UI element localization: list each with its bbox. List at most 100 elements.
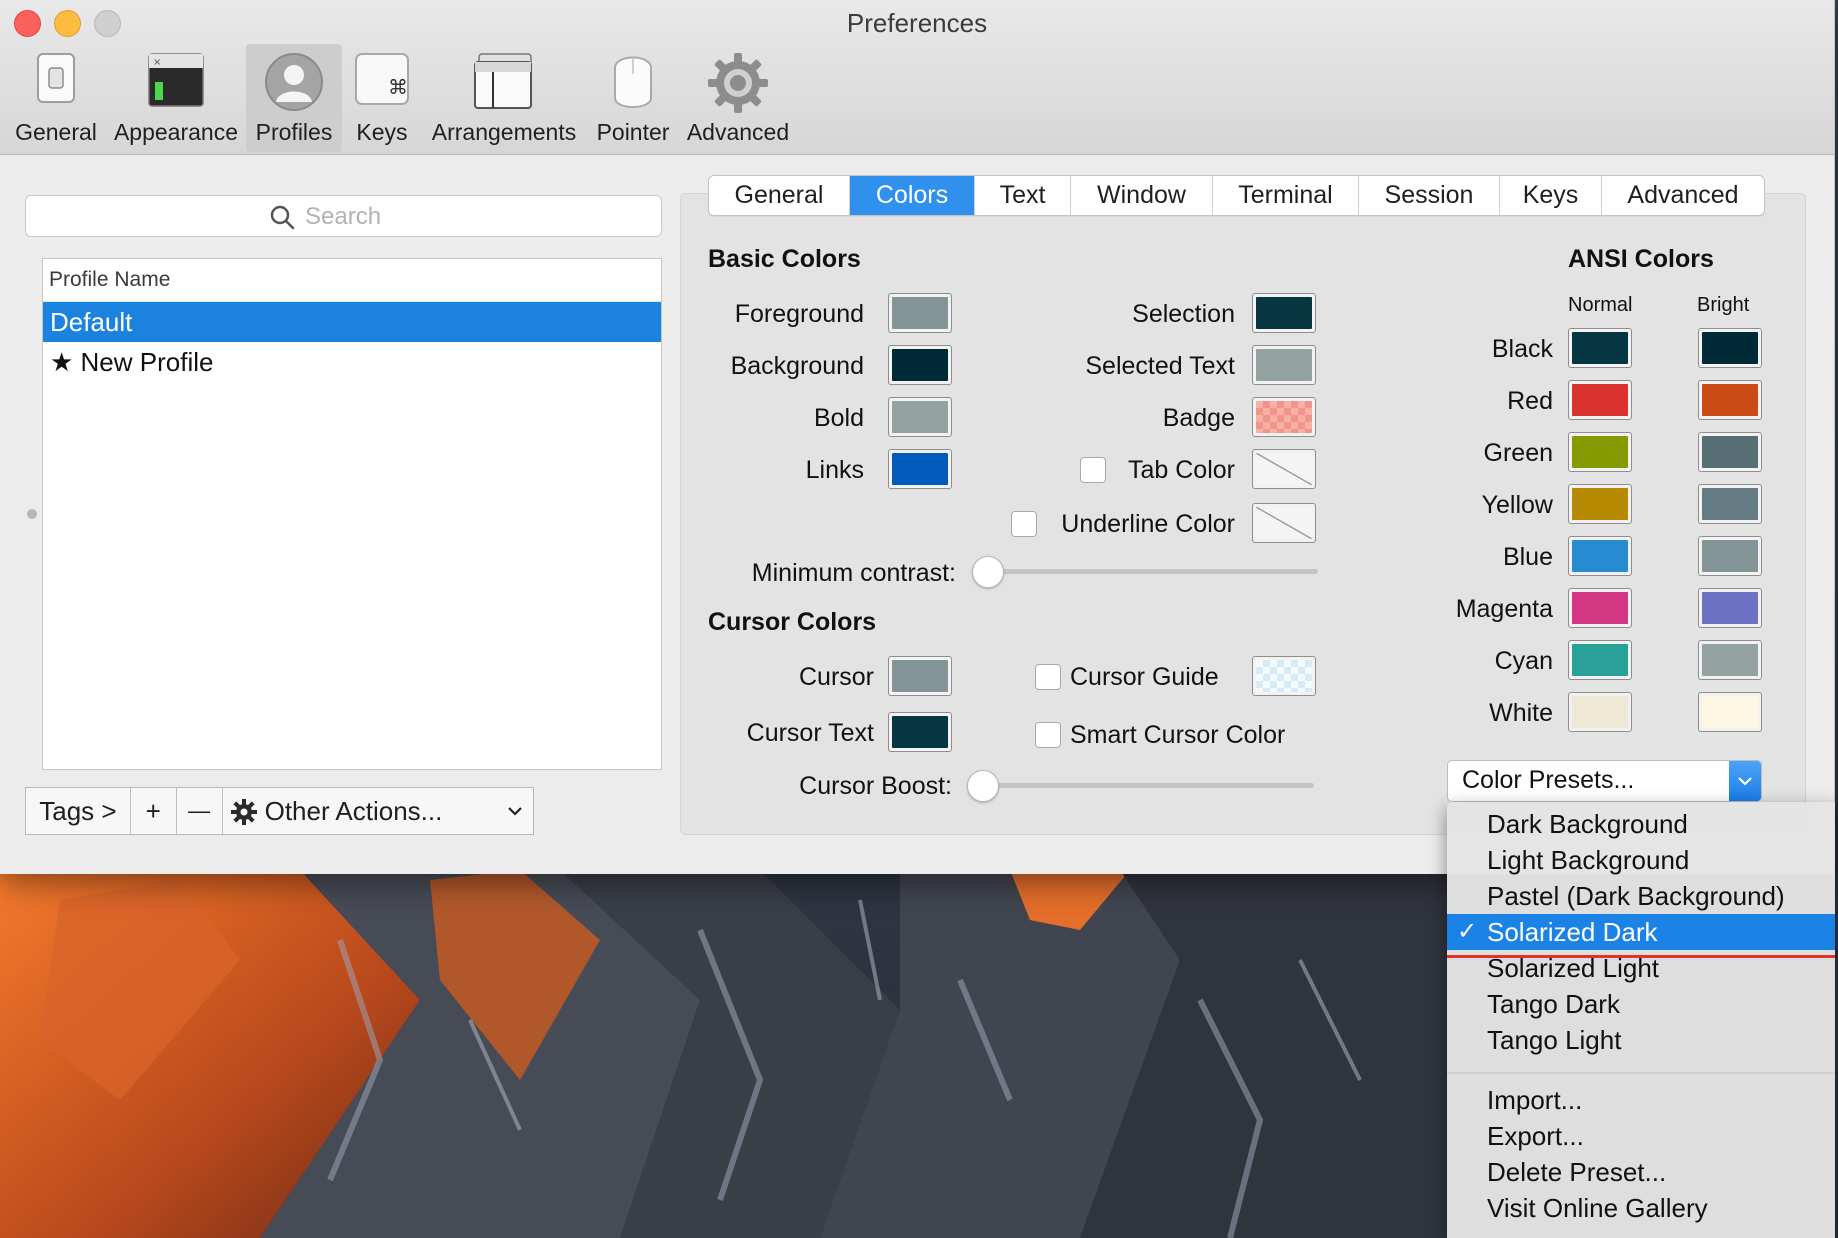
tab-general[interactable]: General [709, 176, 850, 215]
toolbar-keys[interactable]: ⌘ Keys [346, 44, 418, 152]
ansi-white-normal-well[interactable] [1568, 692, 1632, 732]
ansi-red-normal-well[interactable] [1568, 380, 1632, 420]
cursor-guide-color-well[interactable] [1252, 656, 1316, 696]
ansi-yellow-bright-well[interactable] [1698, 484, 1762, 524]
menu-item-delete-preset[interactable]: Delete Preset... [1447, 1154, 1835, 1190]
toolbar-profiles[interactable]: Profiles [246, 44, 342, 152]
add-profile-button[interactable]: + [131, 788, 177, 834]
ansi-black-normal-well[interactable] [1568, 328, 1632, 368]
svg-text:×: × [153, 57, 161, 68]
minimum-contrast-slider-knob[interactable] [972, 556, 1004, 588]
cursor-text-color-well[interactable] [888, 712, 952, 752]
ansi-red-label: Red [1507, 387, 1553, 415]
cursor-guide-checkbox[interactable] [1035, 664, 1061, 690]
bold-color-well[interactable] [888, 397, 952, 437]
profile-search-field[interactable] [25, 195, 662, 237]
cursor-guide-label: Cursor Guide [1070, 663, 1219, 691]
tags-button[interactable]: Tags > [26, 788, 131, 834]
toolbar-label: Appearance [113, 119, 239, 145]
menu-item-tango-dark[interactable]: Tango Dark [1447, 986, 1835, 1022]
menu-item-export[interactable]: Export... [1447, 1118, 1835, 1154]
ansi-white-bright-well[interactable] [1698, 692, 1762, 732]
tab-session[interactable]: Session [1359, 176, 1500, 215]
tab-color-label: Tab Color [1128, 456, 1235, 484]
ansi-blue-bright-well[interactable] [1698, 536, 1762, 576]
menu-item-pastel-dark-background[interactable]: Pastel (Dark Background) [1447, 878, 1835, 914]
tab-color-checkbox[interactable] [1080, 457, 1106, 483]
badge-color-well[interactable] [1252, 397, 1316, 437]
ansi-green-normal-well[interactable] [1568, 432, 1632, 472]
ansi-yellow-label: Yellow [1481, 491, 1553, 519]
toolbar-label: Keys [356, 119, 408, 145]
cursor-color-well[interactable] [888, 656, 952, 696]
links-color-well[interactable] [888, 449, 952, 489]
bold-label: Bold [813, 404, 864, 432]
toolbar-pointer[interactable]: Pointer [588, 44, 678, 152]
window-stack-icon [474, 53, 532, 109]
tab-keys[interactable]: Keys [1500, 176, 1602, 215]
menu-item-visit-online-gallery[interactable]: Visit Online Gallery [1447, 1190, 1835, 1226]
toolbar-appearance[interactable]: × Appearance [110, 44, 242, 152]
popup-arrow [1729, 761, 1761, 801]
selected-text-color-well[interactable] [1252, 345, 1316, 385]
cursor-boost-slider-track[interactable] [968, 783, 1314, 788]
profile-name-column-header[interactable]: Profile Name [43, 259, 661, 302]
ansi-green-label: Green [1483, 439, 1553, 467]
ansi-yellow-normal-well[interactable] [1568, 484, 1632, 524]
ansi-cyan-label: Cyan [1494, 647, 1553, 675]
ansi-blue-normal-well[interactable] [1568, 536, 1632, 576]
background-label: Background [730, 352, 864, 380]
ansi-black-bright-well[interactable] [1698, 328, 1762, 368]
cursor-label: Cursor [798, 663, 874, 691]
profile-row-new-profile[interactable]: ★ New Profile [43, 342, 661, 382]
remove-profile-button[interactable]: — [177, 788, 223, 834]
cursor-boost-slider-knob[interactable] [967, 770, 999, 802]
split-view-handle[interactable] [27, 509, 37, 519]
profile-actions-bar: Tags > + — Other Actions... [25, 787, 534, 835]
toolbar-advanced[interactable]: Advanced [684, 44, 792, 152]
toolbar-general[interactable]: General [8, 44, 104, 152]
svg-text:⌘: ⌘ [388, 75, 408, 99]
tab-text[interactable]: Text [975, 176, 1071, 215]
ansi-cyan-bright-well[interactable] [1698, 640, 1762, 680]
ansi-normal-column-header: Normal [1568, 294, 1633, 316]
gear-icon [708, 53, 768, 113]
ansi-green-bright-well[interactable] [1698, 432, 1762, 472]
smart-cursor-color-checkbox[interactable] [1035, 722, 1061, 748]
color-presets-menu: Dark Background Light Background Pastel … [1447, 802, 1835, 1238]
underline-color-well[interactable] [1252, 503, 1316, 543]
ansi-magenta-bright-well[interactable] [1698, 588, 1762, 628]
underline-color-checkbox[interactable] [1011, 511, 1037, 537]
toolbar-arrangements[interactable]: Arrangements [426, 44, 582, 152]
ansi-cyan-normal-well[interactable] [1568, 640, 1632, 680]
smart-cursor-color-label: Smart Cursor Color [1070, 721, 1286, 749]
menu-item-light-background[interactable]: Light Background [1447, 842, 1835, 878]
menu-item-import[interactable]: Import... [1447, 1082, 1835, 1118]
background-color-well[interactable] [888, 345, 952, 385]
menu-item-tango-light[interactable]: Tango Light [1447, 1022, 1835, 1058]
links-label: Links [805, 456, 864, 484]
search-input[interactable] [303, 202, 507, 232]
toolbar-label: General [15, 119, 97, 145]
menu-item-solarized-dark[interactable]: ✓ Solarized Dark [1447, 914, 1835, 950]
color-presets-popup-button[interactable]: Color Presets... [1447, 760, 1762, 802]
tab-colors[interactable]: Colors [850, 176, 975, 215]
search-icon [270, 205, 295, 230]
tab-color-well[interactable] [1252, 449, 1316, 489]
ansi-black-label: Black [1491, 335, 1553, 363]
other-actions-button[interactable]: Other Actions... [223, 788, 533, 834]
selection-color-well[interactable] [1252, 293, 1316, 333]
tab-window[interactable]: Window [1071, 176, 1213, 215]
ansi-magenta-normal-well[interactable] [1568, 588, 1632, 628]
tab-advanced[interactable]: Advanced [1602, 176, 1764, 215]
tab-terminal[interactable]: Terminal [1213, 176, 1359, 215]
cursor-boost-label: Cursor Boost: [799, 772, 952, 800]
badge-label: Badge [1162, 404, 1235, 432]
foreground-color-well[interactable] [888, 293, 952, 333]
gear-icon [230, 799, 257, 825]
menu-item-dark-background[interactable]: Dark Background [1447, 806, 1835, 842]
profile-row-default[interactable]: Default [43, 302, 661, 342]
ansi-red-bright-well[interactable] [1698, 380, 1762, 420]
title-bar: Preferences General × Appearance Profile… [0, 0, 1834, 155]
minimum-contrast-slider-track[interactable] [974, 569, 1318, 574]
